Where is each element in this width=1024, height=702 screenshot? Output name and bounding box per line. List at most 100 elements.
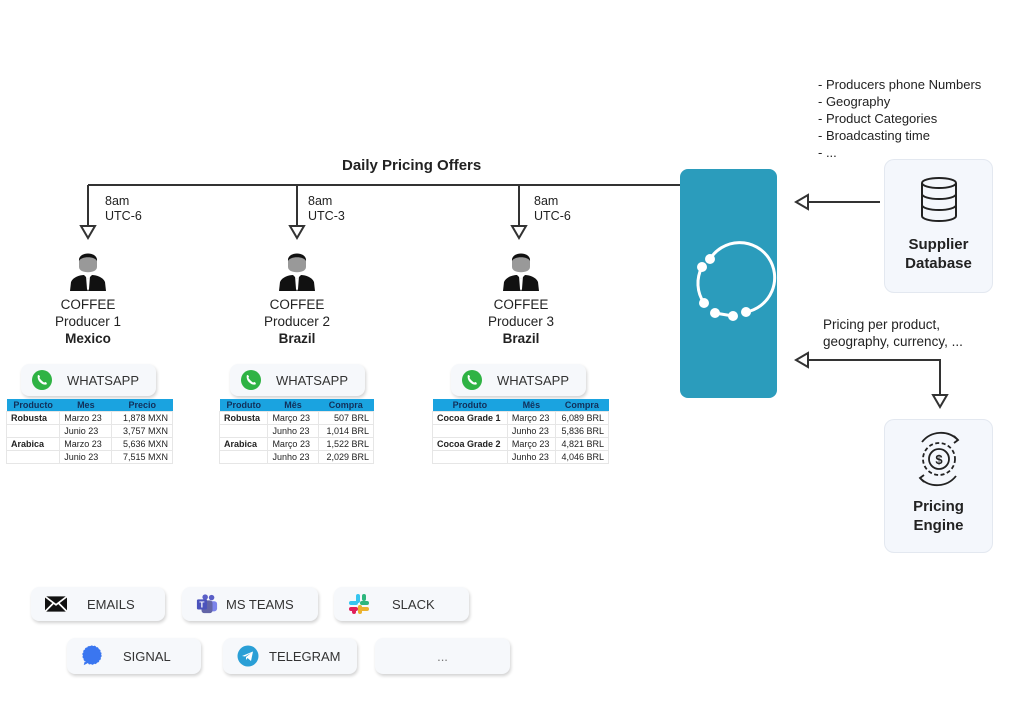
product-cell (218, 450, 269, 464)
channel-ms-teams[interactable]: T MS TEAMS (182, 587, 318, 621)
pricing-engine-card[interactable]: $ Pricing Engine (884, 419, 993, 553)
card-title: Pricing (913, 498, 964, 515)
channel-slack[interactable]: SLACK (334, 587, 469, 621)
arrowhead-2 (288, 225, 306, 240)
channel-label: SIGNAL (123, 648, 171, 664)
column-header: Compra (555, 399, 609, 412)
month-cell: Março 23 (506, 411, 556, 425)
producer-category: COFFEE (493, 297, 549, 312)
telegram-icon (237, 645, 259, 667)
table-row: Junio 23 3,757 MXN (5, 424, 173, 438)
month-cell: Junho 23 (506, 450, 556, 464)
hub-platform[interactable] (680, 169, 777, 398)
producer-country: Brazil (502, 331, 540, 346)
product-cell (5, 424, 61, 438)
supplier-database-card[interactable]: Supplier Database (884, 159, 993, 293)
table-row: Robusta Marzo 23 1,878 MXN (5, 411, 173, 425)
channel-label: WHATSAPP (276, 372, 348, 388)
product-cell: Robusta (5, 411, 61, 425)
product-cell: Arabica (5, 437, 61, 451)
month-cell: Junho 23 (267, 424, 319, 438)
broadcast-time-2: 8am UTC-3 (308, 194, 345, 224)
channel-label: TELEGRAM (269, 648, 341, 664)
column-header: Mês (267, 399, 319, 412)
arrowhead-engine-out (794, 351, 809, 369)
price-table-3: Produto Mês Compra Cocoa Grade 1 Março 23… (432, 399, 610, 464)
whatsapp-icon (240, 369, 262, 391)
hub-logo-icon (696, 241, 777, 321)
whatsapp-chip-2[interactable]: WHATSAPP (230, 364, 365, 396)
channel-signal[interactable]: SIGNAL (67, 638, 201, 674)
column-header: Produto (432, 399, 508, 412)
slack-icon (348, 593, 370, 615)
table-row: Junho 23 5,836 BRL (432, 424, 610, 438)
table-row: Junio 23 7,515 MXN (5, 450, 173, 464)
producer-country: Brazil (278, 331, 316, 346)
price-cell: 6,089 BRL (554, 411, 610, 425)
signal-icon (81, 645, 103, 667)
channel-label: EMAILS (87, 596, 135, 612)
month-cell: Marzo 23 (59, 411, 113, 425)
whatsapp-icon (31, 369, 53, 391)
channel-label: WHATSAPP (497, 372, 569, 388)
time-label: 8am (105, 194, 130, 208)
gear-dollar-icon: $ (918, 431, 959, 487)
price-cell: 4,046 BRL (554, 450, 610, 464)
arrowhead-engine-in (931, 394, 949, 409)
price-cell: 1,522 BRL (317, 437, 375, 451)
product-cell (5, 450, 61, 464)
month-cell: Março 23 (267, 411, 319, 425)
product-cell: Robusta (218, 411, 269, 425)
column-header: Precio (111, 399, 173, 412)
producer-name: Producer 1 (54, 314, 122, 329)
producer-category: COFFEE (269, 297, 325, 312)
time-label: 8am (308, 194, 333, 208)
whatsapp-chip-1[interactable]: WHATSAPP (21, 364, 156, 396)
column-header: Mes (59, 399, 112, 412)
month-cell: Junio 23 (59, 424, 113, 438)
product-cell (432, 450, 508, 464)
whatsapp-chip-3[interactable]: WHATSAPP (451, 364, 586, 396)
price-cell: 5,836 BRL (554, 424, 610, 438)
month-cell: Março 23 (506, 437, 556, 451)
note-item: - Producers phone Numbers (818, 77, 982, 92)
column-header: Compra (318, 399, 374, 412)
database-notes: - Producers phone Numbers - Geography - … (818, 76, 981, 161)
column-header: Produto (219, 399, 268, 412)
price-cell: 7,515 MXN (111, 450, 173, 464)
channel-more[interactable]: ... (375, 638, 510, 674)
card-title: Database (905, 255, 972, 272)
channel-emails[interactable]: EMAILS (31, 587, 165, 621)
arrowhead-3 (510, 225, 528, 240)
producer-3: COFFEE Producer 3 Brazil (451, 249, 591, 347)
channel-label: SLACK (392, 596, 435, 612)
price-cell: 507 BRL (317, 411, 375, 425)
database-icon (920, 177, 957, 222)
table-row: Robusta Março 23 507 BRL (218, 411, 375, 425)
note-line: Pricing per product, (823, 317, 941, 332)
table-row: Junho 23 2,029 BRL (218, 450, 375, 464)
ms-teams-icon: T (196, 593, 218, 615)
producer-country: Mexico (65, 331, 111, 346)
month-cell: Junho 23 (267, 450, 319, 464)
column-header: Mês (507, 399, 556, 412)
note-line: geography, currency, ... (823, 334, 963, 349)
svg-text:T: T (199, 601, 204, 610)
timezone-label: UTC-6 (105, 209, 142, 223)
table-row: Junho 23 4,046 BRL (432, 450, 610, 464)
price-cell: 2,029 BRL (317, 450, 375, 464)
producer-name: Producer 3 (487, 314, 555, 329)
person-icon (70, 253, 106, 291)
product-cell (218, 424, 269, 438)
note-item: - Product Categories (818, 111, 938, 126)
month-cell: Junio 23 (59, 450, 113, 464)
producer-label: COFFEE Producer 3 Brazil (451, 296, 591, 347)
channel-label: MS TEAMS (226, 596, 294, 612)
note-item: - Geography (818, 94, 891, 109)
month-cell: Marzo 23 (59, 437, 113, 451)
svg-text:$: $ (935, 452, 943, 467)
price-cell: 3,757 MXN (111, 424, 173, 438)
product-cell (432, 424, 508, 438)
channel-telegram[interactable]: TELEGRAM (223, 638, 357, 674)
pricing-note: Pricing per product, geography, currency… (823, 316, 963, 350)
